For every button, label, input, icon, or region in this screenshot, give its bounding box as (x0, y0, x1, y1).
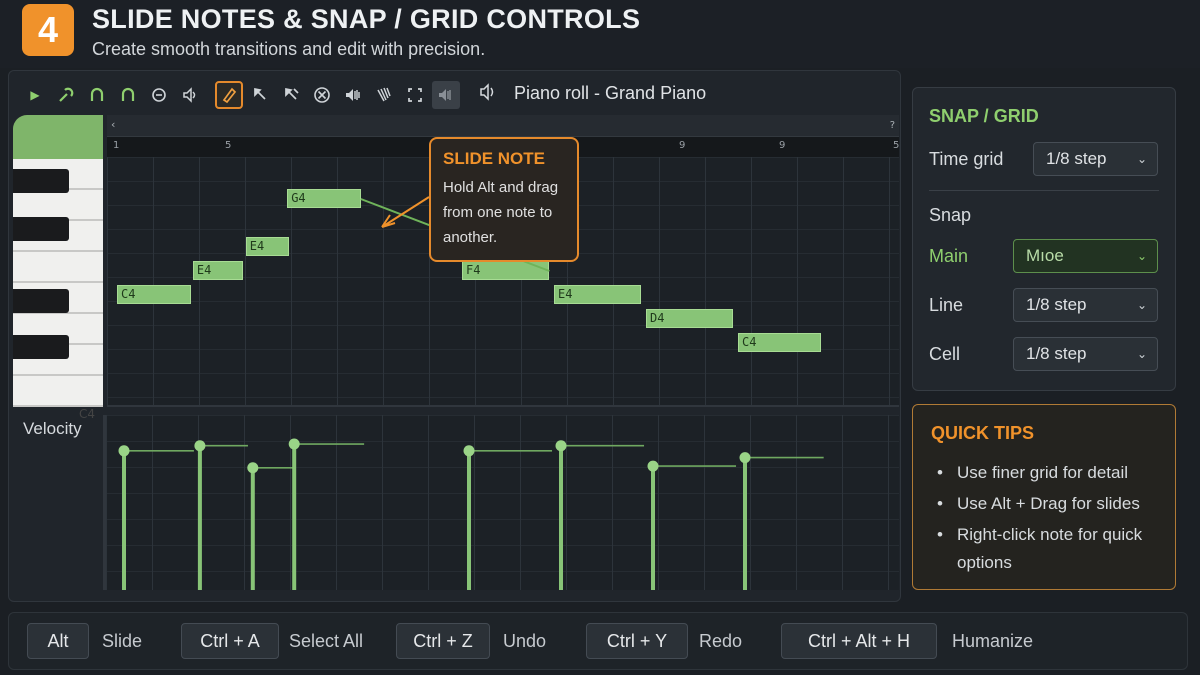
velocity-bar[interactable] (118, 445, 194, 590)
tips-title: QUICK TIPS (931, 423, 1035, 443)
black-key[interactable] (13, 335, 69, 359)
velocity-bar[interactable] (739, 452, 824, 590)
slice-icon[interactable] (370, 81, 398, 109)
velocity-bar[interactable] (247, 462, 295, 590)
mute-circle-icon[interactable] (308, 81, 336, 109)
piano-keyboard[interactable]: C4 (13, 115, 103, 421)
tip-item: Use finer grid for detail (935, 459, 1167, 487)
black-key[interactable] (13, 289, 69, 313)
midi-note[interactable]: C4 (738, 333, 821, 352)
cell-snap-value: 1/8 step (1026, 344, 1087, 363)
shortcut-key: Ctrl + Y (586, 623, 688, 659)
speaker-icon (479, 83, 499, 106)
paint-brush-icon[interactable] (246, 81, 274, 109)
velocity-label: Velocity (23, 419, 82, 438)
scroll-bar[interactable]: ‹ ? (107, 115, 899, 137)
midi-note[interactable]: E4 (192, 261, 244, 280)
callout-title: SLIDE NOTE (443, 149, 546, 168)
metronome-icon[interactable] (145, 81, 173, 109)
loop-icon[interactable] (83, 81, 111, 109)
midi-note[interactable]: D4 (646, 309, 734, 328)
snap-grid-panel: SNAP / GRID Time grid 1/8 step ⌄ Snap Ma… (912, 87, 1176, 391)
delete-brush-icon[interactable] (277, 81, 305, 109)
time-grid-value: 1/8 step (1046, 149, 1107, 168)
velocity-bar[interactable] (647, 460, 737, 590)
midi-note[interactable]: G4 (287, 189, 361, 208)
quick-tips-panel: QUICK TIPS Use finer grid for detail Use… (912, 404, 1176, 590)
time-grid-select[interactable]: 1/8 step ⌄ (1033, 142, 1158, 176)
chevron-down-icon: ⌄ (1136, 298, 1147, 312)
main-label: Main (929, 246, 969, 266)
main-snap-select[interactable]: Mıoe ⌄ (1013, 239, 1158, 273)
shortcut-key: Ctrl + Alt + H (781, 623, 937, 659)
chevron-down-icon: ⌄ (1136, 347, 1147, 361)
black-key[interactable] (13, 217, 69, 241)
slide-note-callout: SLIDE NOTE Hold Alt and drag from one no… (429, 137, 579, 262)
page-title: SLIDE NOTES & SNAP / GRID CONTROLS (92, 4, 641, 34)
velocity-lane[interactable] (103, 415, 899, 590)
volume-icon[interactable] (339, 81, 367, 109)
chevron-down-icon: ⌄ (1136, 152, 1147, 166)
chevron-left-icon[interactable]: ‹ (111, 118, 115, 131)
shortcut-desc: Redo (699, 631, 743, 651)
main-snap-value: Mıoe (1026, 246, 1064, 265)
shortcut-key: Ctrl + Z (396, 623, 490, 659)
shortcut-desc: Select All (289, 631, 364, 651)
black-key[interactable] (13, 169, 69, 193)
loop-icon[interactable] (114, 81, 142, 109)
midi-note[interactable]: C4 (117, 285, 191, 304)
magnet-icon[interactable] (52, 81, 80, 109)
callout-body: Hold Alt and drag from one note to anoth… (443, 179, 559, 246)
ruler-mark: 9 (779, 140, 786, 151)
piano-roll-title: Piano roll - Grand Piano (514, 83, 707, 103)
velocity-bar[interactable] (194, 440, 248, 590)
ruler-mark: 1 (113, 140, 120, 151)
play-arrow-icon[interactable]: ▶ (21, 81, 49, 109)
velocity-chart (118, 438, 824, 590)
velocity-bar[interactable] (288, 438, 365, 590)
divider (929, 190, 1159, 191)
snap-label: Snap (929, 205, 972, 225)
pencil-icon[interactable] (215, 81, 243, 109)
help-icon[interactable]: ? (890, 120, 895, 131)
ruler-mark: 9 (679, 140, 686, 151)
white-keys[interactable] (13, 159, 103, 407)
midi-note[interactable]: E4 (554, 285, 642, 304)
callout-arrow (381, 196, 430, 228)
line-snap-select[interactable]: 1/8 step ⌄ (1013, 288, 1158, 322)
midi-note[interactable]: F4 (462, 261, 550, 280)
select-icon[interactable] (401, 81, 429, 109)
mute-speaker-icon[interactable] (432, 81, 460, 109)
midi-note[interactable]: E4 (245, 237, 290, 256)
shortcuts-bar: Alt Slide Ctrl + A Select All Ctrl + Z U… (8, 612, 1188, 670)
line-label: Line (929, 295, 964, 315)
piano-roll-editor: ▶ Piano roll - Grand Piano C4 ‹ ? 1 5 9 … (8, 70, 901, 602)
shortcut-key: Ctrl + A (181, 623, 279, 659)
ruler-mark: 5 (893, 140, 900, 151)
tip-item: Right-click note for quick options (935, 521, 1167, 577)
toolbar: ▶ (21, 79, 463, 111)
line-snap-value: 1/8 step (1026, 295, 1087, 314)
speaker-icon[interactable] (176, 81, 204, 109)
cell-snap-select[interactable]: 1/8 step ⌄ (1013, 337, 1158, 371)
shortcut-desc: Slide (102, 631, 143, 651)
tip-item: Use Alt + Drag for slides (935, 490, 1167, 518)
header: 4 SLIDE NOTES & SNAP / GRID CONTROLS Cre… (0, 0, 1200, 68)
velocity-bar[interactable] (555, 440, 645, 590)
step-badge: 4 (22, 4, 74, 56)
panel-title: SNAP / GRID (929, 106, 1039, 126)
page-subtitle: Create smooth transitions and edit with … (92, 39, 486, 59)
velocity-bar[interactable] (463, 445, 553, 590)
chevron-down-icon: ⌄ (1136, 249, 1147, 263)
time-grid-label: Time grid (929, 149, 1004, 169)
keyboard-header (13, 115, 103, 159)
cell-label: Cell (929, 344, 961, 364)
ruler-mark: 5 (225, 140, 232, 151)
shortcut-desc: Humanize (952, 631, 1034, 651)
shortcut-key: Alt (27, 623, 89, 659)
shortcut-desc: Undo (503, 631, 547, 651)
